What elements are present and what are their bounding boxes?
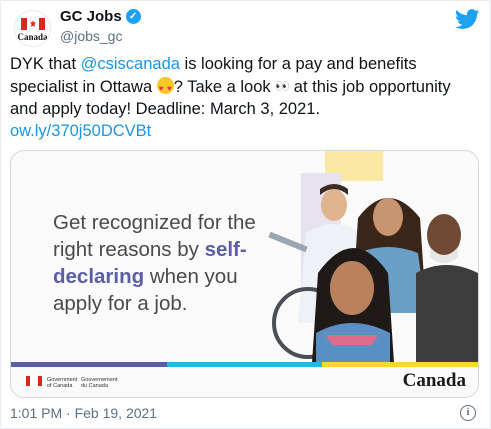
stripe-segment xyxy=(322,362,478,367)
verified-badge-icon: ✓ xyxy=(125,9,141,24)
media-image[interactable]: Get recognized for the right reasons by … xyxy=(10,150,479,398)
gouvernement-du-canada-text: Gouvernement du Canada xyxy=(81,377,118,389)
card-headline: Get recognized for the right reasons by … xyxy=(53,209,273,317)
canada-wordmark: Canada xyxy=(402,370,466,391)
external-link[interactable]: ow.ly/370j50DCVBt xyxy=(10,122,151,140)
tweet-card: Canada GC Jobs ✓ @jobs_gc DYK that @csis… xyxy=(0,0,491,429)
display-name[interactable]: GC Jobs xyxy=(60,8,122,25)
tweet-text-segment: ? Take a look xyxy=(173,78,276,96)
avatar-wordmark: Canada xyxy=(17,32,48,42)
avatar[interactable]: Canada xyxy=(14,10,51,47)
heart-eyes-emoji-icon xyxy=(156,77,174,100)
stripe-segment xyxy=(11,362,167,367)
tweet-text-segment: DYK that xyxy=(10,55,81,73)
twitter-bird-icon[interactable] xyxy=(455,9,480,30)
mention-link[interactable]: @csiscanada xyxy=(81,55,180,73)
canada-flag-icon xyxy=(21,18,45,30)
government-of-canada-text: Government of Canada xyxy=(47,377,78,389)
color-stripe xyxy=(11,362,478,367)
info-icon[interactable]: i xyxy=(460,405,476,421)
author-handle[interactable]: @jobs_gc xyxy=(60,28,122,44)
people-photo xyxy=(268,173,478,363)
canada-flag-icon xyxy=(26,376,42,386)
author-name-row[interactable]: GC Jobs ✓ xyxy=(60,8,141,25)
stripe-segment xyxy=(166,362,323,367)
tweet-text: DYK that @csiscanada is looking for a pa… xyxy=(10,53,480,142)
timestamp[interactable]: 1:01 PM · Feb 19, 2021 xyxy=(10,405,157,421)
eyes-emoji-icon: 👀 xyxy=(275,79,290,93)
